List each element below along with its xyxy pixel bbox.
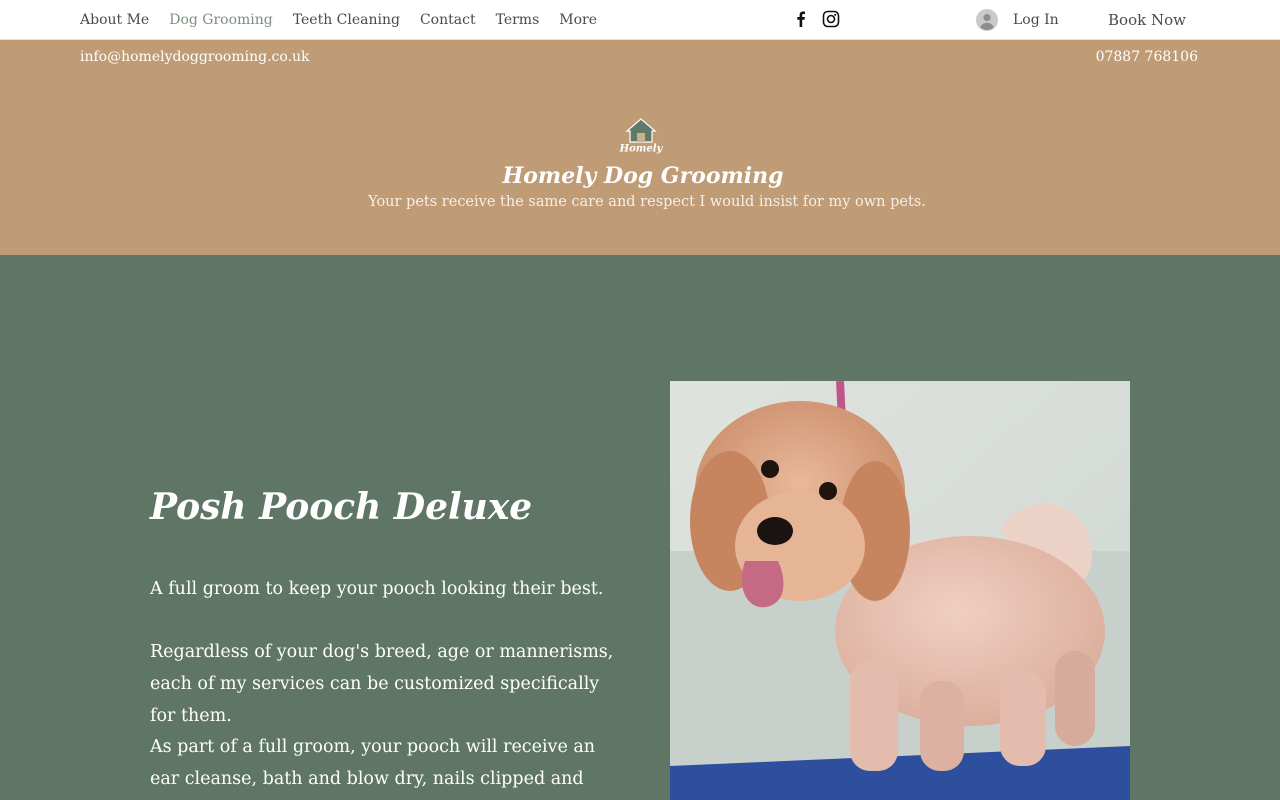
- nav-link-about-me[interactable]: About Me: [80, 12, 149, 28]
- site-header: info@homelydoggrooming.co.uk 07887 76810…: [0, 40, 1280, 255]
- nav-link-dog-grooming[interactable]: Dog Grooming: [169, 12, 273, 28]
- nav-link-terms[interactable]: Terms: [496, 12, 540, 28]
- facebook-icon[interactable]: [792, 10, 810, 28]
- logo[interactable]: Homely: [619, 116, 664, 155]
- social-bar: [792, 10, 852, 28]
- service-title: Posh Pooch Deluxe: [150, 486, 533, 528]
- instagram-icon[interactable]: [822, 10, 840, 28]
- email-link[interactable]: info@homelydoggrooming.co.uk: [80, 49, 310, 65]
- logo-text: Homely: [619, 144, 663, 155]
- site-title: Homely Dog Grooming: [502, 163, 784, 189]
- site-tagline: Your pets receive the same care and resp…: [368, 194, 926, 210]
- service-paragraph-1: A full groom to keep your pooch looking …: [150, 579, 604, 599]
- service-paragraph-2: Regardless of your dog's breed, age or m…: [150, 642, 614, 726]
- avatar-icon: [976, 9, 998, 31]
- service-paragraph-3: As part of a full groom, your pooch will…: [150, 737, 596, 789]
- login-button[interactable]: Log In: [976, 9, 1059, 31]
- dog-photo: [670, 381, 1130, 800]
- nav-link-teeth-cleaning[interactable]: Teeth Cleaning: [293, 12, 400, 28]
- main-menu: About Me Dog Grooming Teeth Cleaning Con…: [80, 0, 617, 40]
- top-nav-bar: About Me Dog Grooming Teeth Cleaning Con…: [0, 0, 1280, 40]
- phone-link[interactable]: 07887 768106: [1096, 49, 1198, 65]
- house-logo-icon: Homely: [619, 118, 664, 155]
- nav-link-more[interactable]: More: [559, 12, 597, 28]
- book-now-button[interactable]: Book Now: [1102, 7, 1192, 33]
- login-label: Log In: [1013, 12, 1059, 28]
- nav-link-contact[interactable]: Contact: [420, 12, 476, 28]
